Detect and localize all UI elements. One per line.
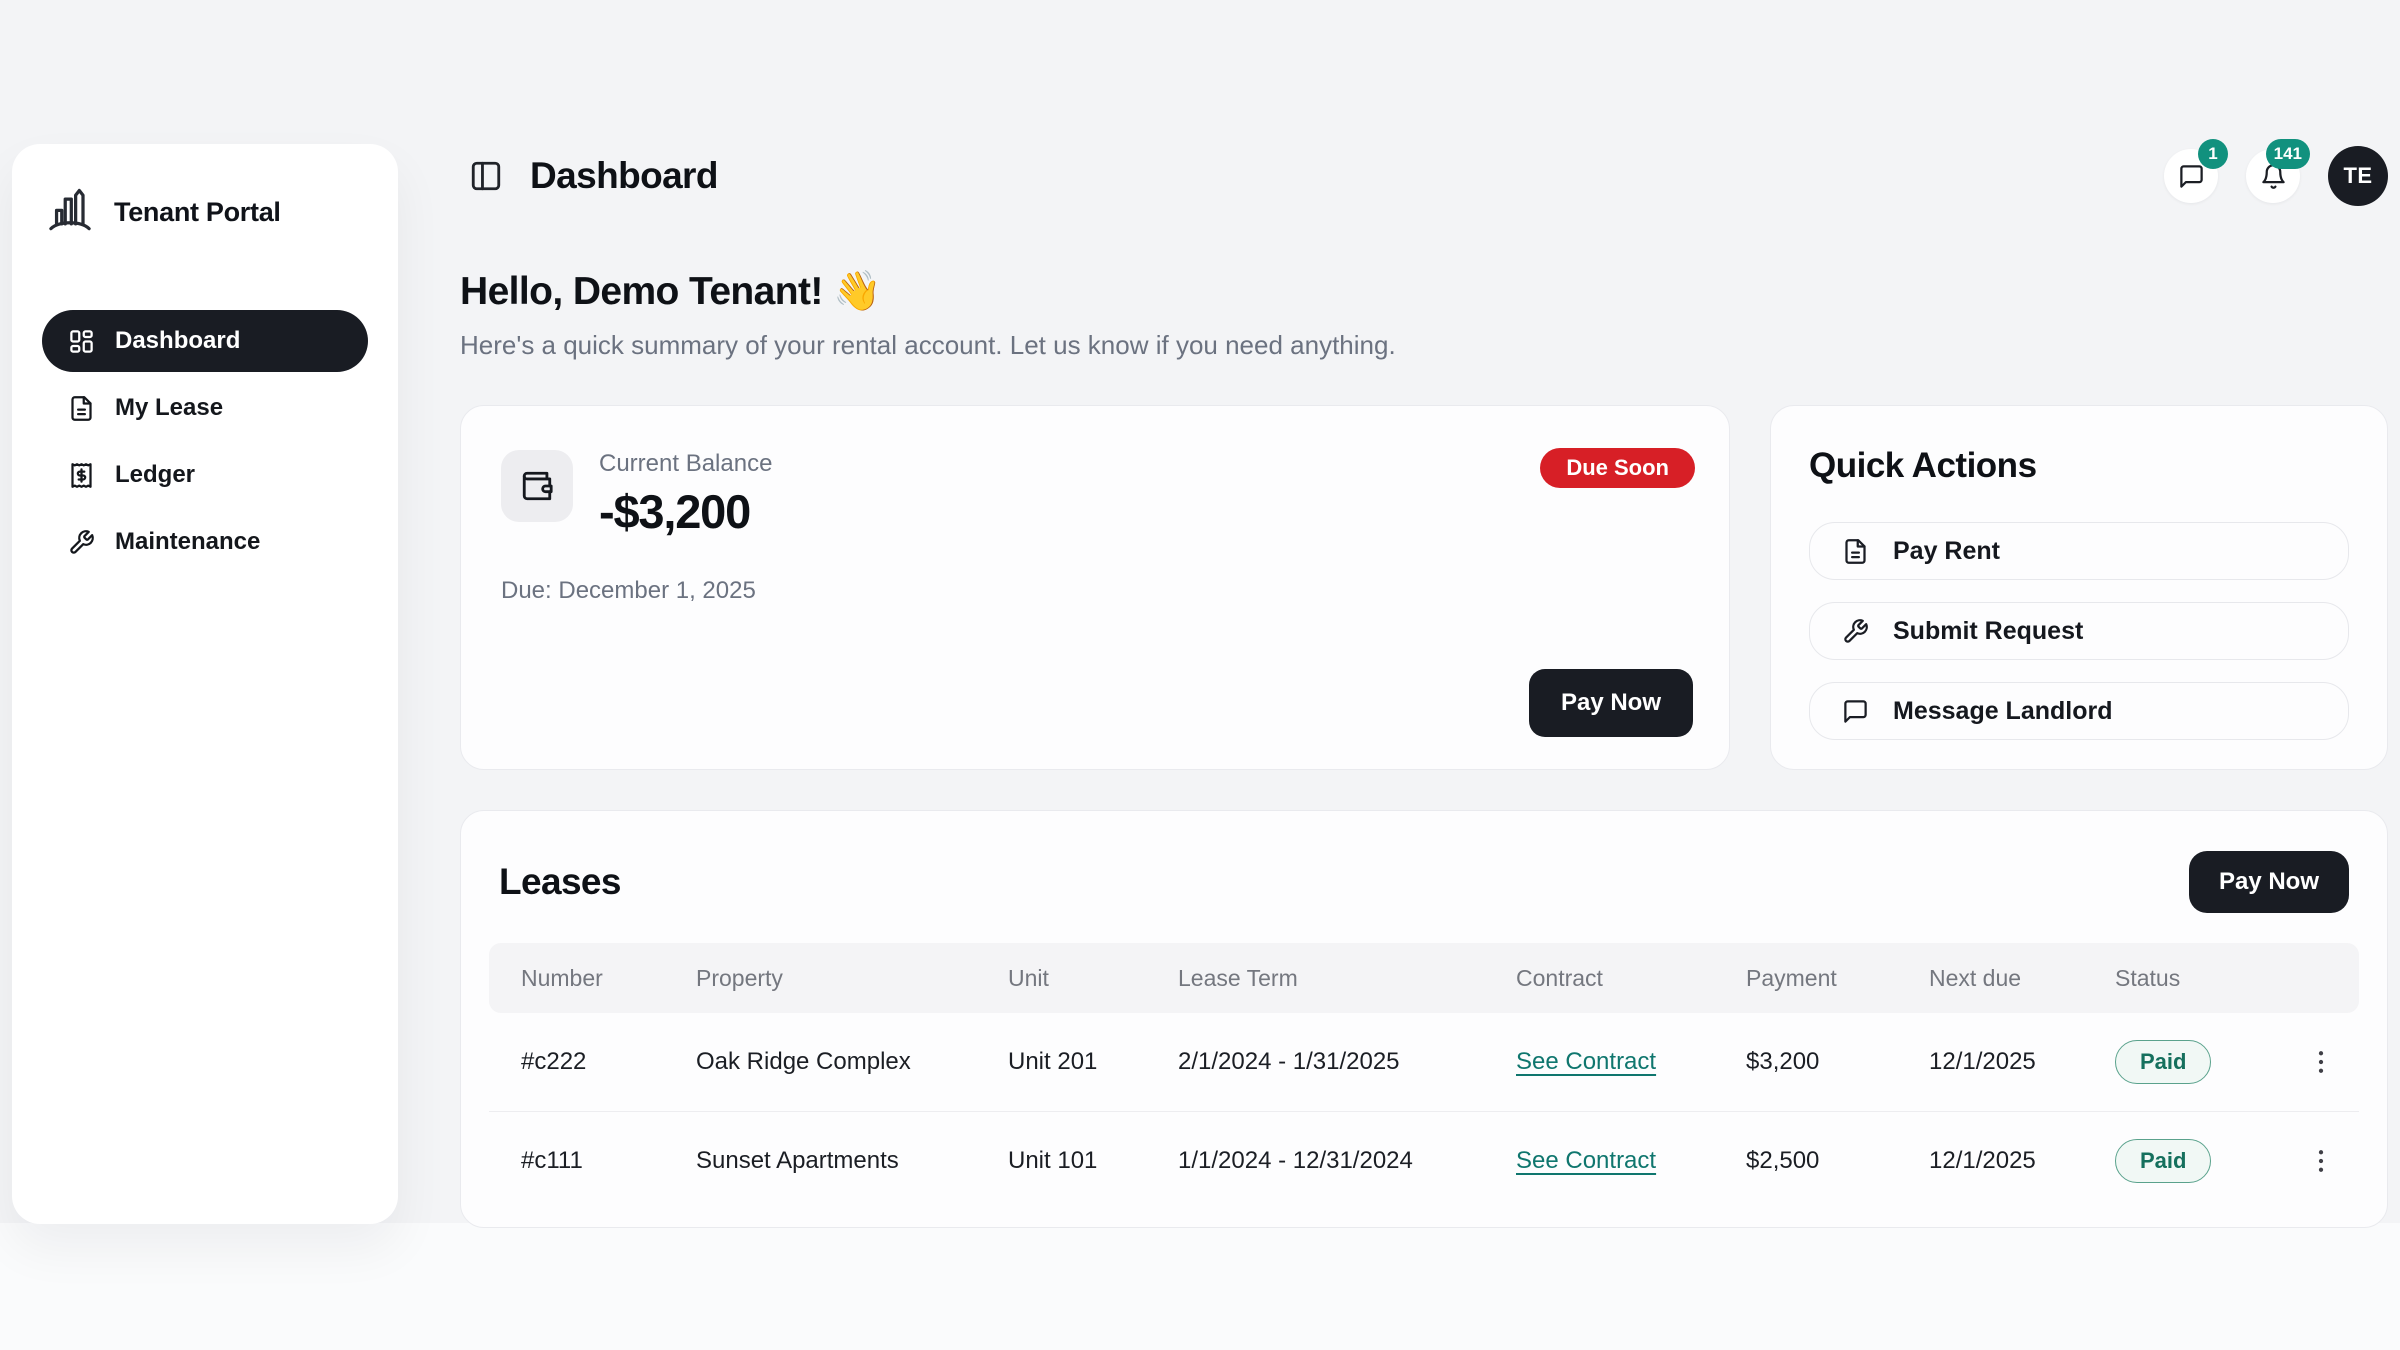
column-header-contract: Contract bbox=[1484, 965, 1714, 992]
table-header-row: Number Property Unit Lease Term Contract… bbox=[489, 943, 2359, 1013]
greeting-subtitle: Here's a quick summary of your rental ac… bbox=[460, 330, 2388, 361]
sidebar-item-dashboard[interactable]: Dashboard bbox=[42, 310, 368, 372]
sidebar: Tenant Portal Dashboard bbox=[12, 144, 398, 1224]
see-contract-link[interactable]: See Contract bbox=[1516, 1048, 1656, 1075]
greeting: Hello, Demo Tenant! 👋 Here's a quick sum… bbox=[460, 268, 2388, 361]
pay-now-button[interactable]: Pay Now bbox=[1529, 669, 1693, 737]
lease-term: 1/1/2024 - 12/31/2024 bbox=[1146, 1147, 1484, 1175]
table-row: #c222 Oak Ridge Complex Unit 201 2/1/202… bbox=[489, 1013, 2359, 1111]
leases-header: Leases Pay Now bbox=[489, 837, 2359, 913]
panel-left-icon[interactable] bbox=[466, 156, 506, 196]
sidebar-item-label: Maintenance bbox=[115, 528, 260, 556]
messages-count-badge: 1 bbox=[2198, 139, 2228, 169]
action-label: Message Landlord bbox=[1893, 697, 2113, 726]
avatar[interactable]: TE bbox=[2328, 146, 2388, 206]
buildings-icon bbox=[44, 184, 96, 240]
due-soon-badge: Due Soon bbox=[1540, 448, 1695, 488]
greeting-text: Hello, Demo Tenant! bbox=[460, 270, 823, 313]
brand: Tenant Portal bbox=[42, 174, 368, 250]
lease-number: #c111 bbox=[489, 1147, 664, 1175]
notifications-button[interactable]: 141 bbox=[2246, 149, 2300, 203]
column-header-property: Property bbox=[664, 965, 976, 992]
dashboard-grid-icon bbox=[68, 328, 95, 355]
quick-actions-list: Pay Rent Submit Request bbox=[1809, 522, 2349, 740]
column-header-number: Number bbox=[489, 965, 664, 992]
greeting-title: Hello, Demo Tenant! 👋 bbox=[460, 268, 2388, 314]
sidebar-item-maintenance[interactable]: Maintenance bbox=[42, 511, 368, 573]
chat-bubble-icon bbox=[2178, 163, 2205, 190]
kebab-icon bbox=[2306, 1047, 2336, 1077]
file-text-icon bbox=[1842, 538, 1869, 565]
sidebar-nav: Dashboard My Lease bbox=[42, 310, 368, 573]
balance-header: Current Balance -$3,200 bbox=[501, 450, 1689, 539]
sidebar-item-my-lease[interactable]: My Lease bbox=[42, 377, 368, 439]
see-contract-link[interactable]: See Contract bbox=[1516, 1147, 1656, 1174]
brand-name: Tenant Portal bbox=[114, 197, 281, 228]
column-header-unit: Unit bbox=[976, 965, 1146, 992]
wallet-icon bbox=[501, 450, 573, 522]
sidebar-item-label: Ledger bbox=[115, 461, 195, 489]
topbar-actions: 1 141 TE bbox=[2164, 146, 2388, 206]
sidebar-item-label: Dashboard bbox=[115, 327, 240, 355]
pay-rent-button[interactable]: Pay Rent bbox=[1809, 522, 2349, 580]
wrench-icon bbox=[1842, 618, 1869, 645]
quick-actions-title: Quick Actions bbox=[1809, 446, 2349, 486]
summary-row: Current Balance -$3,200 Due Soon Due: De… bbox=[460, 405, 2388, 770]
lease-payment: $2,500 bbox=[1714, 1147, 1897, 1175]
action-label: Pay Rent bbox=[1893, 537, 2000, 566]
status-badge: Paid bbox=[2115, 1040, 2211, 1084]
lease-property: Oak Ridge Complex bbox=[664, 1048, 976, 1076]
leases-card: Leases Pay Now Number Property Unit Leas… bbox=[460, 810, 2388, 1228]
due-date-text: Due: December 1, 2025 bbox=[501, 577, 1689, 605]
lease-next-due: 12/1/2025 bbox=[1897, 1048, 2083, 1076]
column-header-next-due: Next due bbox=[1897, 965, 2083, 992]
wrench-icon bbox=[68, 529, 95, 556]
row-menu-button[interactable] bbox=[2299, 1139, 2343, 1183]
lease-unit: Unit 201 bbox=[976, 1048, 1146, 1076]
column-header-lease-term: Lease Term bbox=[1146, 965, 1484, 992]
topbar: Dashboard 1 141 bbox=[460, 144, 2388, 208]
notifications-count-badge: 141 bbox=[2266, 139, 2310, 169]
lease-document-icon bbox=[68, 395, 95, 422]
message-square-icon bbox=[1842, 698, 1869, 725]
balance-amount: -$3,200 bbox=[599, 484, 772, 539]
messages-button[interactable]: 1 bbox=[2164, 149, 2218, 203]
lease-property: Sunset Apartments bbox=[664, 1147, 976, 1175]
column-header-payment: Payment bbox=[1714, 965, 1897, 992]
balance-texts: Current Balance -$3,200 bbox=[599, 450, 772, 539]
balance-label: Current Balance bbox=[599, 450, 772, 478]
lease-number: #c222 bbox=[489, 1048, 664, 1076]
message-landlord-button[interactable]: Message Landlord bbox=[1809, 682, 2349, 740]
kebab-icon bbox=[2306, 1146, 2336, 1176]
table-row: #c111 Sunset Apartments Unit 101 1/1/202… bbox=[489, 1111, 2359, 1209]
app-viewport: Tenant Portal Dashboard bbox=[0, 0, 2400, 1350]
leases-title: Leases bbox=[499, 861, 621, 903]
main-content: Dashboard 1 141 bbox=[460, 144, 2388, 1228]
balance-card: Current Balance -$3,200 Due Soon Due: De… bbox=[460, 405, 1730, 770]
action-label: Submit Request bbox=[1893, 617, 2083, 646]
submit-request-button[interactable]: Submit Request bbox=[1809, 602, 2349, 660]
lease-unit: Unit 101 bbox=[976, 1147, 1146, 1175]
row-menu-button[interactable] bbox=[2299, 1040, 2343, 1084]
sidebar-item-ledger[interactable]: Ledger bbox=[42, 444, 368, 506]
status-badge: Paid bbox=[2115, 1139, 2211, 1183]
lease-term: 2/1/2024 - 1/31/2025 bbox=[1146, 1048, 1484, 1076]
receipt-icon bbox=[68, 462, 95, 489]
pay-now-button[interactable]: Pay Now bbox=[2189, 851, 2349, 913]
leases-table: Number Property Unit Lease Term Contract… bbox=[489, 943, 2359, 1209]
column-header-status: Status bbox=[2083, 965, 2259, 992]
quick-actions-card: Quick Actions Pay Rent bbox=[1770, 405, 2388, 770]
page-title: Dashboard bbox=[530, 155, 718, 197]
wave-emoji: 👋 bbox=[833, 270, 881, 313]
lease-next-due: 12/1/2025 bbox=[1897, 1147, 2083, 1175]
lease-payment: $3,200 bbox=[1714, 1048, 1897, 1076]
sidebar-item-label: My Lease bbox=[115, 394, 223, 422]
